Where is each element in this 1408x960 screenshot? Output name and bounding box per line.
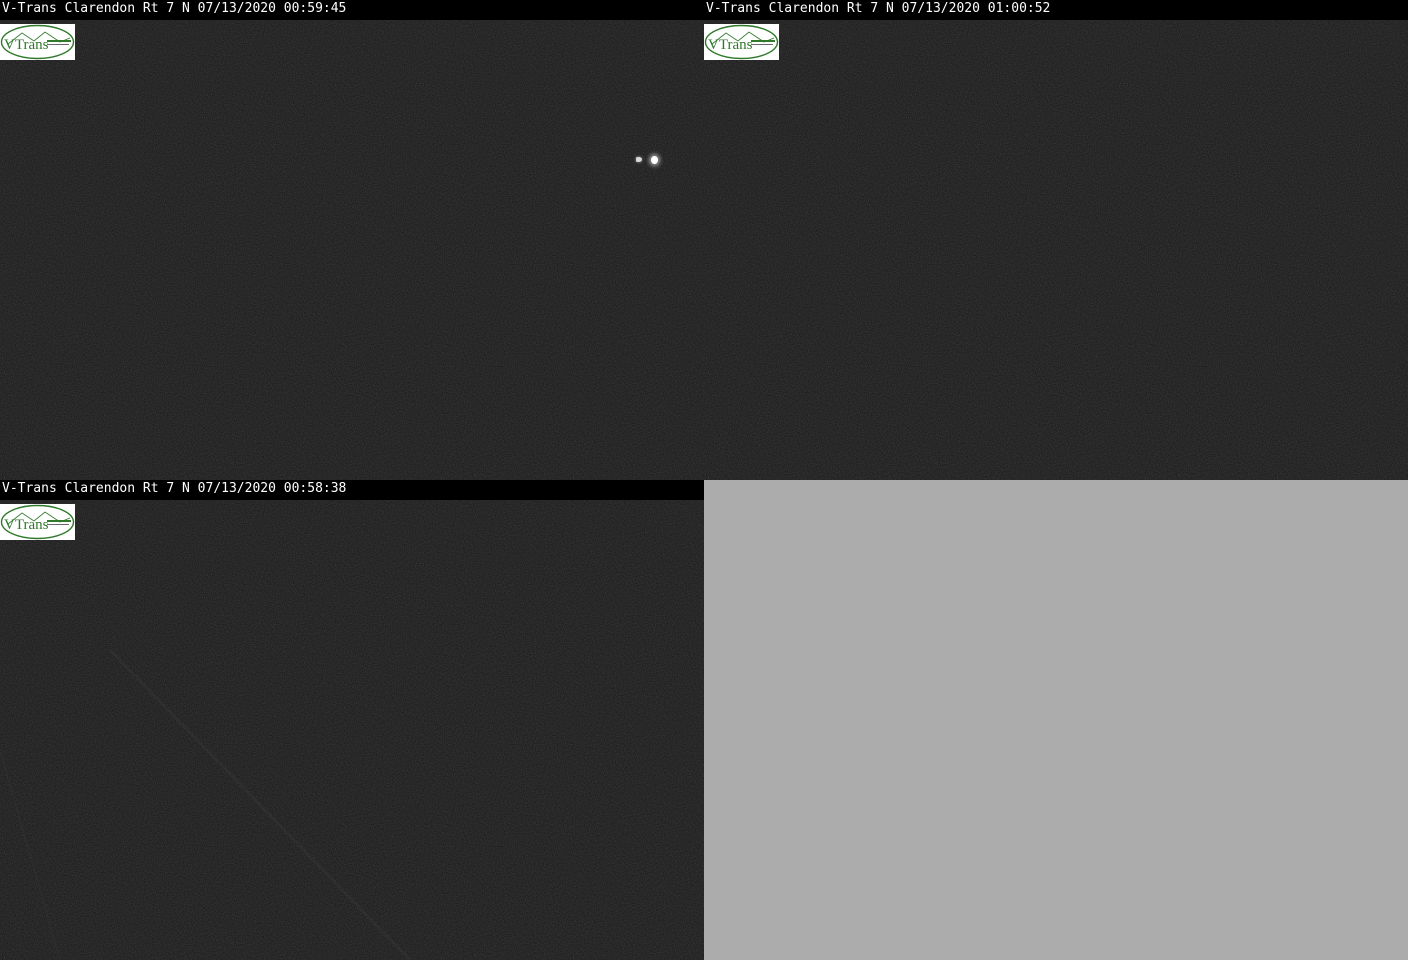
camera-panel-1[interactable]: V-Trans Clarendon Rt 7 N 07/13/2020 00:5… (0, 0, 704, 480)
headlight-reflection (636, 157, 642, 162)
logo-text: VTrans (4, 517, 49, 533)
camera-feed-image (704, 20, 1408, 480)
vtrans-logo: VTrans (0, 504, 75, 540)
camera-caption: V-Trans Clarendon Rt 7 N 07/13/2020 01:0… (704, 0, 1408, 20)
camera-grid: V-Trans Clarendon Rt 7 N 07/13/2020 00:5… (0, 0, 1408, 960)
vtrans-logo: VTrans (704, 24, 779, 60)
headlight (651, 156, 658, 164)
camera-caption: V-Trans Clarendon Rt 7 N 07/13/2020 00:5… (0, 0, 704, 20)
camera-feed-image (0, 500, 704, 960)
camera-caption: V-Trans Clarendon Rt 7 N 07/13/2020 00:5… (0, 480, 704, 500)
logo-text: VTrans (708, 37, 753, 53)
vtrans-logo: VTrans (0, 24, 75, 60)
empty-camera-panel (704, 480, 1408, 960)
camera-panel-2[interactable]: V-Trans Clarendon Rt 7 N 07/13/2020 01:0… (704, 0, 1408, 480)
logo-text: VTrans (4, 37, 49, 53)
camera-feed-image (0, 20, 704, 480)
camera-panel-3[interactable]: V-Trans Clarendon Rt 7 N 07/13/2020 00:5… (0, 480, 704, 960)
